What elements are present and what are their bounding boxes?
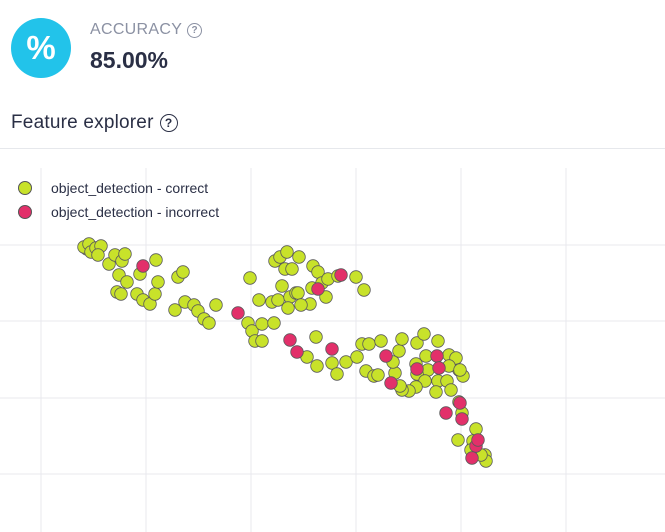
point-correct[interactable] xyxy=(91,248,105,262)
point-correct[interactable] xyxy=(275,279,289,293)
point-incorrect[interactable] xyxy=(471,433,485,447)
point-correct[interactable] xyxy=(114,287,128,301)
section-title: Feature explorer ? xyxy=(11,112,178,134)
point-correct[interactable] xyxy=(417,327,431,341)
legend-label-incorrect: object_detection - incorrect xyxy=(51,204,220,220)
point-correct[interactable] xyxy=(168,303,182,317)
point-correct[interactable] xyxy=(374,334,388,348)
point-correct[interactable] xyxy=(349,270,363,284)
point-incorrect[interactable] xyxy=(410,362,424,376)
point-incorrect[interactable] xyxy=(465,451,479,465)
legend-dot-incorrect xyxy=(18,205,32,219)
point-correct[interactable] xyxy=(255,317,269,331)
point-incorrect[interactable] xyxy=(432,361,446,375)
point-correct[interactable] xyxy=(118,247,132,261)
metric-label: ACCURACY xyxy=(90,21,183,38)
section-title-text: Feature explorer xyxy=(11,112,154,133)
point-correct[interactable] xyxy=(309,330,323,344)
point-incorrect[interactable] xyxy=(384,376,398,390)
point-correct[interactable] xyxy=(209,298,223,312)
point-incorrect[interactable] xyxy=(379,349,393,363)
point-incorrect[interactable] xyxy=(334,268,348,282)
help-icon[interactable]: ? xyxy=(187,22,203,38)
point-correct[interactable] xyxy=(395,332,409,346)
point-correct[interactable] xyxy=(280,245,294,259)
legend-dot-correct xyxy=(18,181,32,195)
point-correct[interactable] xyxy=(252,293,266,307)
point-correct[interactable] xyxy=(431,334,445,348)
legend-item-incorrect[interactable]: object_detection - incorrect xyxy=(18,200,219,224)
point-correct[interactable] xyxy=(267,316,281,330)
point-correct[interactable] xyxy=(350,350,364,364)
legend-label-correct: object_detection - correct xyxy=(51,180,209,196)
point-correct[interactable] xyxy=(444,383,458,397)
point-correct[interactable] xyxy=(176,265,190,279)
point-correct[interactable] xyxy=(292,250,306,264)
point-incorrect[interactable] xyxy=(439,406,453,420)
point-incorrect[interactable] xyxy=(453,396,467,410)
point-correct[interactable] xyxy=(429,385,443,399)
metric-value: 85.00% xyxy=(90,47,169,73)
point-incorrect[interactable] xyxy=(430,349,444,363)
point-correct[interactable] xyxy=(310,359,324,373)
chart-legend: object_detection - correct object_detect… xyxy=(18,176,219,224)
point-correct[interactable] xyxy=(151,275,165,289)
point-incorrect[interactable] xyxy=(231,306,245,320)
point-correct[interactable] xyxy=(148,287,162,301)
point-correct[interactable] xyxy=(285,262,299,276)
percent-glyph: % xyxy=(26,29,56,66)
point-incorrect[interactable] xyxy=(283,333,297,347)
point-correct[interactable] xyxy=(451,433,465,447)
point-correct[interactable] xyxy=(294,298,308,312)
point-correct[interactable] xyxy=(392,344,406,358)
point-correct[interactable] xyxy=(255,334,269,348)
point-correct[interactable] xyxy=(120,275,134,289)
legend-item-correct[interactable]: object_detection - correct xyxy=(18,176,219,200)
point-correct[interactable] xyxy=(330,367,344,381)
percent-icon: % xyxy=(11,18,71,78)
point-correct[interactable] xyxy=(291,286,305,300)
point-correct[interactable] xyxy=(149,253,163,267)
point-correct[interactable] xyxy=(281,301,295,315)
accuracy-metric: % ACCURACY ? 85.00% xyxy=(11,18,203,78)
point-correct[interactable] xyxy=(362,337,376,351)
point-correct[interactable] xyxy=(243,271,257,285)
point-incorrect[interactable] xyxy=(325,342,339,356)
point-correct[interactable] xyxy=(469,422,483,436)
point-incorrect[interactable] xyxy=(136,259,150,273)
point-incorrect[interactable] xyxy=(290,345,304,359)
metric-label-row: ACCURACY ? xyxy=(90,21,203,39)
metric-text: ACCURACY ? 85.00% xyxy=(90,21,203,74)
point-correct[interactable] xyxy=(371,368,385,382)
point-correct[interactable] xyxy=(202,316,216,330)
point-incorrect[interactable] xyxy=(455,412,469,426)
help-icon[interactable]: ? xyxy=(159,114,178,132)
point-incorrect[interactable] xyxy=(311,282,325,296)
point-correct[interactable] xyxy=(357,283,371,297)
point-correct[interactable] xyxy=(453,363,467,377)
